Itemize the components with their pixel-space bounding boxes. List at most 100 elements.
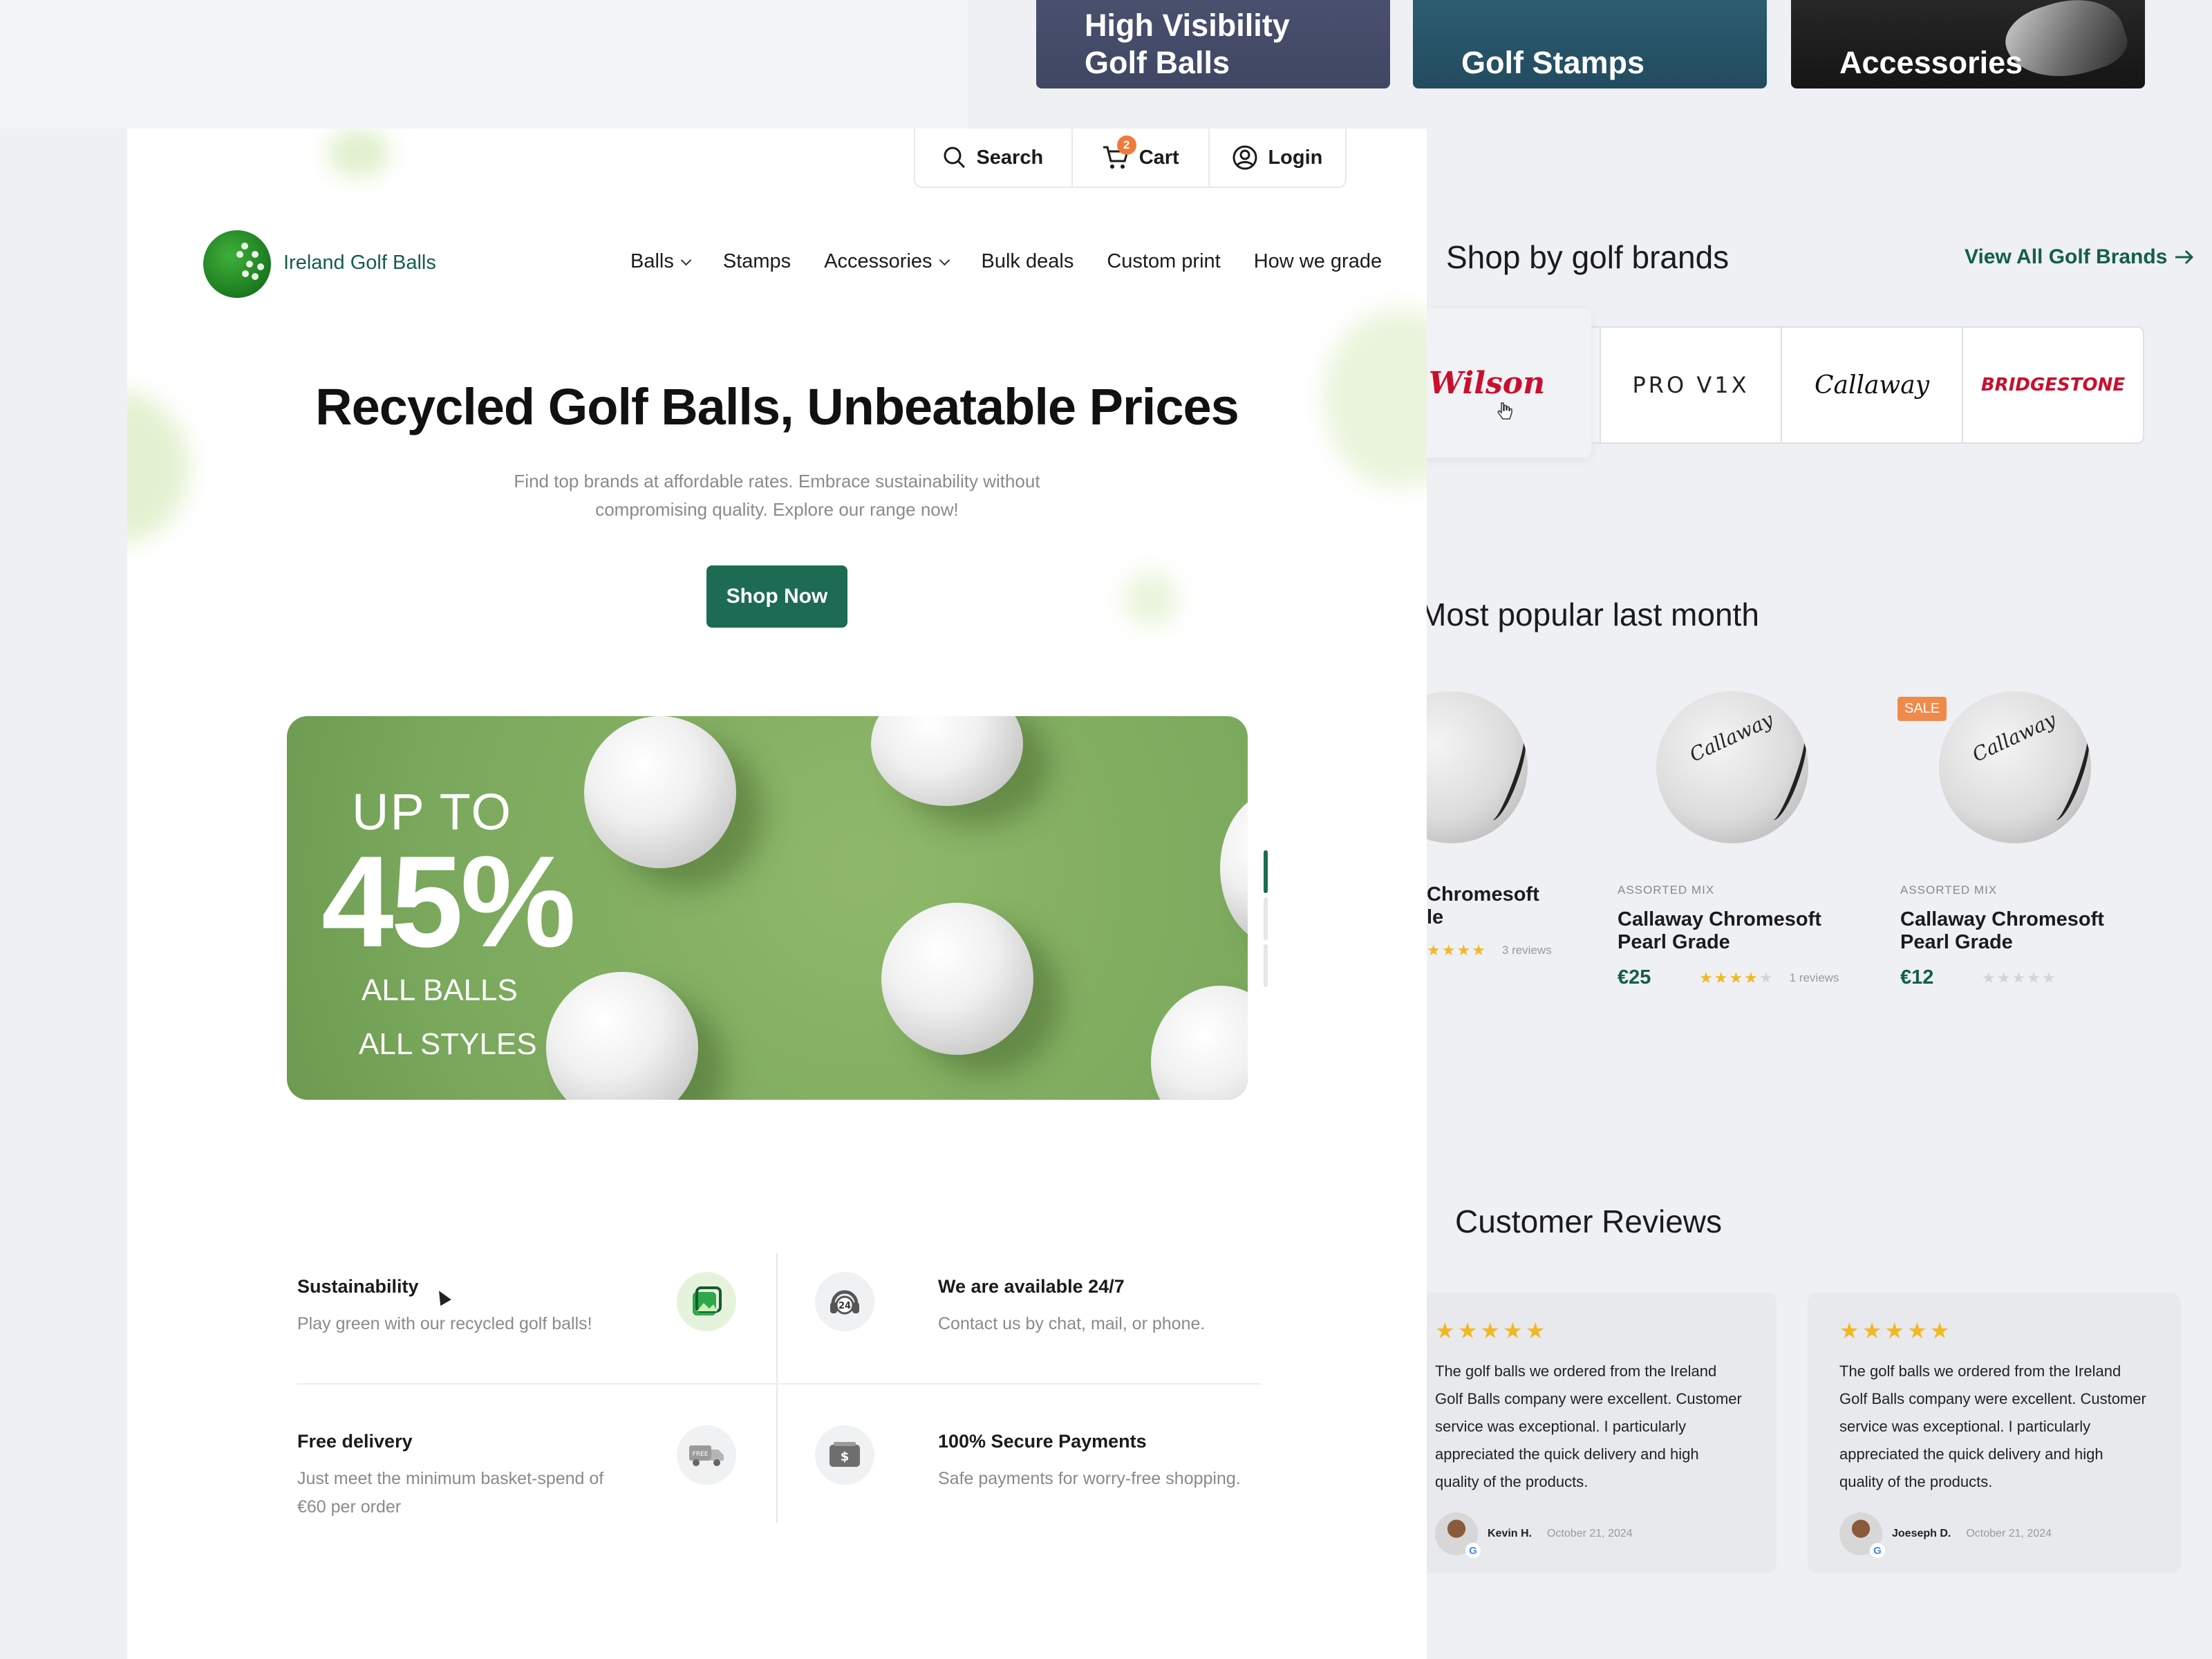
review-card: ★★★★★ The golf balls we ordered from the… [1808,1293,2181,1573]
avatar: G [1839,1512,1885,1558]
brands-section-title: Shop by golf brands [1446,239,1730,275]
category-title: Golf Stamps [1461,45,1645,80]
divider [297,1383,1262,1385]
divider [776,1253,778,1523]
product-category: ASSORTED MIX [1900,883,1998,897]
view-all-brands-link[interactable]: View All Golf Brands [1965,245,2195,269]
search-label: Search [976,146,1044,169]
rating-stars: ★★★★★ [1982,968,2057,986]
slide-indicator[interactable] [1264,944,1268,987]
brand-logo-callaway: Callaway [1814,371,1930,400]
hero-title: Recycled Golf Balls, Unbeatable Prices [315,378,1239,435]
product-name: Callaway Chromesoft Pearl Grade [1900,908,2104,953]
promo-all-styles: ALL STYLES [359,1027,537,1061]
brand-name[interactable]: Ireland Golf Balls [283,252,436,274]
cart-label: Cart [1138,146,1179,169]
reviewer-name: Joeseph D. [1892,1528,1951,1539]
hero-subtitle: Find top brands at affordable rates. Emb… [514,471,1040,520]
view-all-label: View All Golf Brands [1965,245,2168,268]
feature-desc: Safe payments for worry-free shopping. [938,1469,1241,1488]
google-icon: G [1465,1543,1481,1558]
review-card: ★★★★★ The golf balls we ordered from the… [1403,1293,1777,1573]
feature-secure-payments: 100% Secure Payments Safe payments for w… [938,1431,1394,1493]
nav-item-how-we-grade[interactable]: How we grade [1254,250,1382,273]
reviews-section-title: Customer Reviews [1455,1203,1722,1239]
rating-stars: ★★★★★ [1699,968,1774,986]
brand-logo-wilson: Wilson [1428,365,1546,401]
product-price: €25 [1618,966,1651,988]
background-panel [0,0,968,129]
svg-text:24: 24 [838,1301,851,1311]
main-nav: Balls Stamps Accessories Bulk deals Cust… [630,250,1382,273]
feature-desc: Just meet the minimum basket-spend of €6… [297,1469,604,1517]
nav-item-stamps[interactable]: Stamps [723,250,791,273]
review-count: 1 reviews [1789,971,1839,984]
golf-ball-image: Callaway [1939,691,2091,843]
feature-support: We are available 24/7 Contact us by chat… [938,1276,1394,1338]
shop-now-button[interactable]: Shop Now [706,565,847,628]
product-price: €12 [1900,966,1934,988]
product-name: Callaway Chromesoft Pearl Grade [1618,908,1821,953]
review-text: The golf balls we ordered from the Irela… [1435,1362,1742,1490]
svg-text:FREE: FREE [693,1451,709,1458]
search-icon [944,147,966,169]
category-card-golf-stamps[interactable]: Golf Stamps [1413,0,1767,88]
secure-payment-icon: $ [815,1425,874,1485]
review-stars: ★★★★★ [1839,1318,1953,1343]
nav-item-bulk-deals[interactable]: Bulk deals [982,250,1074,273]
golf-ball-image: Callaway [1656,691,1808,843]
review-stars: ★★★★★ [1435,1318,1548,1343]
promo-all-balls: ALL BALLS [362,973,518,1007]
feature-title: 100% Secure Payments [938,1431,1147,1452]
user-circle-icon [1232,145,1257,170]
hand-cursor-icon [1497,402,1512,420]
rating-stars: ★★★★ [1427,941,1487,959]
product-card[interactable]: Callaway ASSORTED MIX Callaway Chromesof… [1618,691,1866,989]
search-button[interactable]: Search [915,129,1071,187]
google-icon: G [1870,1543,1885,1558]
review-date: October 21, 2024 [1547,1528,1633,1539]
category-card-accessories[interactable]: Accessories [1791,0,2145,88]
category-title-line1: High Visibility [1085,8,1290,43]
reviewer-name: Kevin H. [1488,1528,1533,1539]
brand-logo-pro-v1x: PRO V1X [1632,372,1750,398]
login-label: Login [1268,146,1323,169]
support-24-icon: 24 [815,1272,874,1331]
delivery-truck-icon: FREE [677,1425,736,1485]
chevron-down-icon [939,254,950,266]
nav-item-custom-print[interactable]: Custom print [1107,250,1220,273]
brand-logo[interactable] [203,230,271,298]
utility-bar: Search 2 Cart Login [914,129,1347,188]
category-title: Accessories [1839,45,2023,80]
chevron-down-icon [680,254,692,266]
nav-item-balls[interactable]: Balls [630,250,692,273]
brand-callaway[interactable]: Callaway [1781,328,1962,442]
login-button[interactable]: Login [1208,129,1345,187]
recycle-image-icon [677,1272,736,1331]
brand-bridgestone[interactable]: BRIDGESTONE [1962,328,2143,442]
cart-button[interactable]: 2 Cart [1071,129,1208,187]
svg-text:$: $ [841,1450,850,1464]
review-count: 3 reviews [1501,944,1552,957]
promo-percent: 45% [321,829,576,974]
review-date: October 21, 2024 [1966,1528,2052,1539]
category-title-line2: Golf Balls [1085,45,1230,80]
popular-section-title: Most popular last month [1420,597,1759,632]
brand-logo-bridgestone: BRIDGESTONE [1980,375,2126,395]
product-card[interactable]: Callaway ASSORTED MIX Callaway Chromesof… [1900,691,2149,989]
avatar: G [1435,1512,1481,1558]
feature-desc: Contact us by chat, mail, or phone. [938,1314,1206,1333]
brand-pro-v1x[interactable]: PRO V1X [1600,328,1781,442]
promo-banner[interactable]: UP TO 45% ALL BALLS ALL STYLES [287,716,1248,1100]
feature-desc: Play green with our recycled golf balls! [297,1314,592,1333]
homepage-card: Search 2 Cart Login Ireland Golf Balls B… [127,129,1427,1659]
product-category: ASSORTED MIX [1618,883,1715,897]
slide-indicator[interactable] [1264,897,1268,940]
slide-indicator-active[interactable] [1264,850,1268,893]
category-card-high-visibility[interactable]: High Visibility Golf Balls [1036,0,1390,88]
nav-item-accessories[interactable]: Accessories [824,250,950,273]
review-text: The golf balls we ordered from the Irela… [1839,1362,2146,1490]
arrow-right-icon [2175,250,2194,265]
feature-title: We are available 24/7 [938,1276,1125,1297]
cart-count-badge: 2 [1116,135,1136,155]
